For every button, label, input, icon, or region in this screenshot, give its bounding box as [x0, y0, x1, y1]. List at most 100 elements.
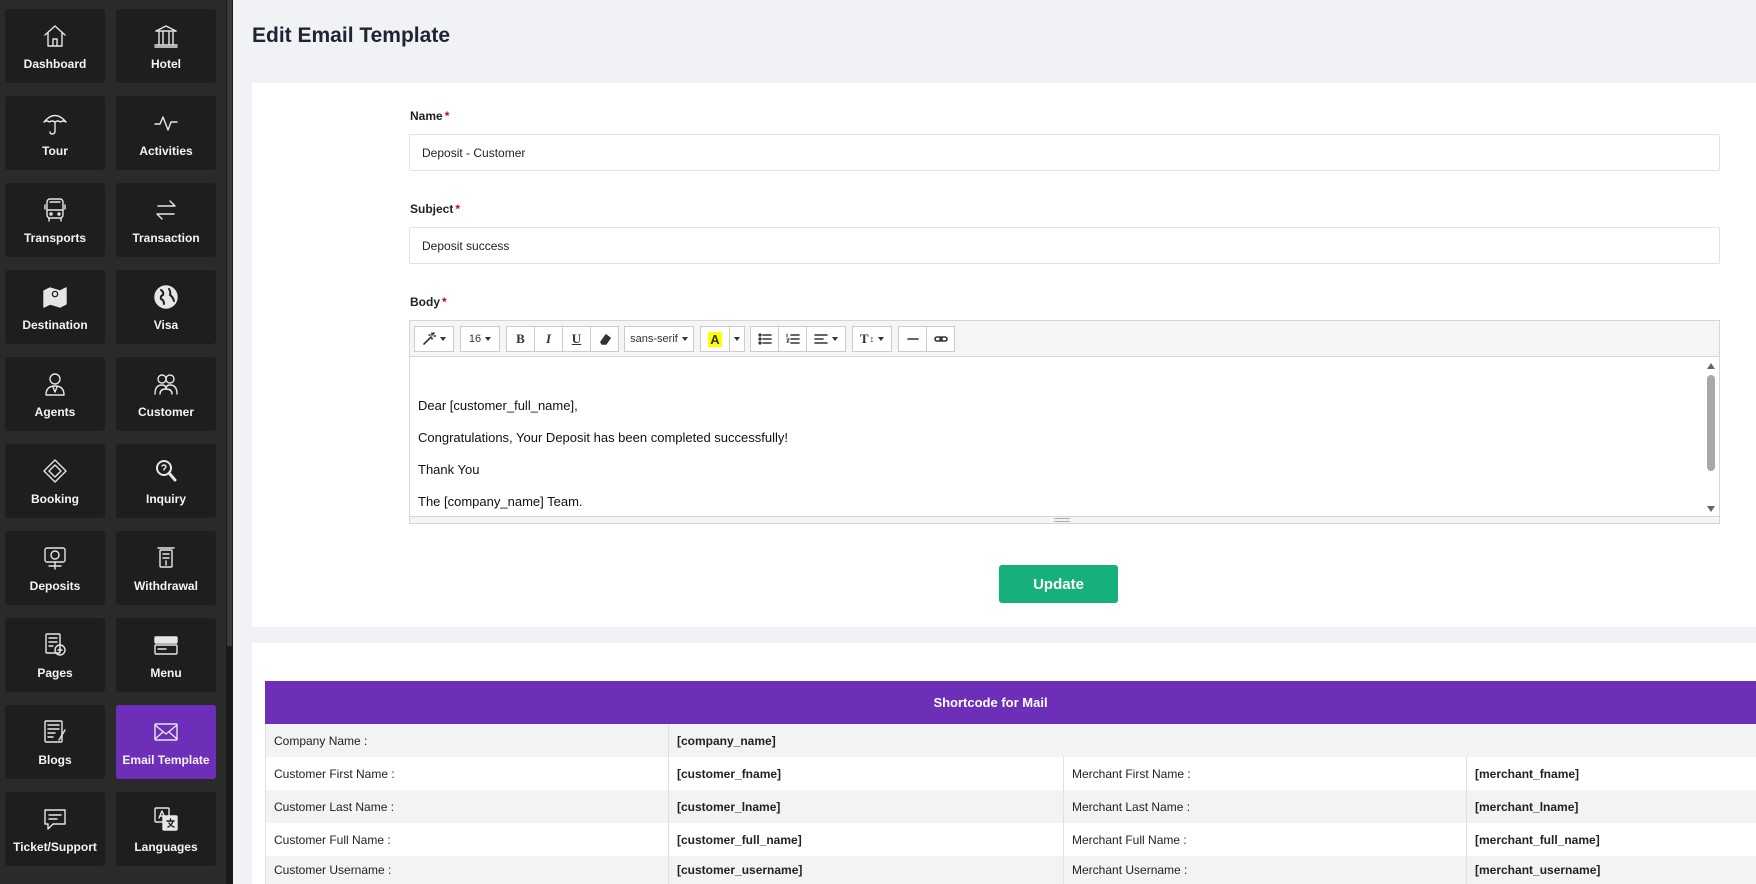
sidebar-item-hotel[interactable]: Hotel [116, 9, 216, 83]
shortcode-label: Customer Full Name : [266, 823, 669, 856]
line-height-dropdown[interactable]: T ↕ [852, 326, 892, 352]
sidebar-item-label: Customer [137, 405, 194, 419]
sidebar-item-tour[interactable]: Tour [5, 96, 105, 170]
sidebar-item-label: Transaction [132, 231, 200, 245]
scroll-up-arrow-icon[interactable] [1707, 363, 1715, 369]
sidebar-item-dashboard[interactable]: Dashboard [5, 9, 105, 83]
sidebar-item-visa[interactable]: Visa [116, 270, 216, 344]
sidebar-item-activities[interactable]: Activities [116, 96, 216, 170]
editor-scrollbar[interactable] [1704, 358, 1718, 518]
link-icon [933, 336, 948, 342]
table-row: Customer First Name : [customer_fname] M… [265, 757, 1756, 790]
font-size-dropdown[interactable]: 16 [460, 326, 500, 352]
table-row: Customer Full Name : [customer_full_name… [265, 823, 1756, 856]
horizontal-rule-button[interactable] [898, 326, 927, 352]
shortcode-label: Merchant Full Name : [1064, 823, 1467, 856]
sidebar-item-transports[interactable]: Transports [5, 183, 105, 257]
shortcode-label: Customer Last Name : [266, 790, 669, 823]
font-family-value: sans-serif [630, 333, 678, 345]
line-height-icon: T [859, 331, 869, 346]
page-title: Edit Email Template [252, 24, 450, 47]
users-icon [151, 369, 181, 399]
font-family-dropdown[interactable]: sans-serif [624, 326, 694, 352]
sidebar-item-inquiry[interactable]: Inquiry [116, 444, 216, 518]
sidebar-scrollbar-thumb[interactable] [227, 0, 232, 646]
shortcode-label: Merchant Username : [1064, 856, 1467, 884]
body-label: Body * [410, 295, 447, 309]
sidebar-item-booking[interactable]: Booking [5, 444, 105, 518]
required-mark: * [442, 295, 447, 309]
style-button[interactable] [414, 326, 454, 352]
sidebar-item-label: Withdrawal [134, 579, 198, 593]
sidebar-item-email-template[interactable]: Email Template [116, 705, 216, 779]
editor-scrollbar-thumb[interactable] [1707, 375, 1715, 471]
name-label-text: Name [410, 109, 443, 123]
sidebar-item-ticket-support[interactable]: Ticket/Support [5, 792, 105, 866]
sidebar-item-label: Deposits [29, 579, 81, 593]
numbered-list-button[interactable] [778, 326, 807, 352]
highlight-button[interactable]: A [700, 326, 730, 352]
atm-icon [151, 543, 181, 573]
scroll-down-arrow-icon[interactable] [1707, 506, 1715, 512]
sidebar-item-languages[interactable]: Languages [116, 792, 216, 866]
shortcode-value: [customer_full_name] [669, 823, 1064, 856]
sidebar-item-withdrawal[interactable]: Withdrawal [116, 531, 216, 605]
sidebar-item-customer[interactable]: Customer [116, 357, 216, 431]
editor-resize-handle[interactable] [410, 516, 1719, 523]
sidebar-item-label: Pages [37, 666, 73, 680]
shortcode-value: [merchant_lname] [1475, 799, 1579, 814]
shortcode-value: [merchant_username] [1475, 863, 1601, 877]
shortcode-label: Merchant First Name : [1064, 757, 1467, 790]
subject-label-text: Subject [410, 202, 454, 216]
sidebar-item-label: Visa [153, 318, 179, 332]
numbered-list-icon [785, 333, 800, 344]
highlight-dropdown[interactable] [729, 326, 745, 352]
sidebar-item-menu[interactable]: Menu [116, 618, 216, 692]
sidebar-item-label: Dashboard [23, 57, 87, 71]
shortcode-value: [customer_fname] [669, 757, 1064, 790]
sidebar-item-label: Booking [31, 492, 79, 506]
body-editor: 16 B I U sans-serif A T ↕ Dear [customer… [409, 320, 1720, 524]
bold-icon: B [516, 331, 525, 346]
sidebar-item-blogs[interactable]: Blogs [5, 705, 105, 779]
sidebar-item-label: Activities [139, 144, 193, 158]
sidebar-item-deposits[interactable]: Deposits [5, 531, 105, 605]
sidebar-item-destination[interactable]: Destination [5, 270, 105, 344]
sidebar-item-label: Transports [23, 231, 86, 245]
bullet-list-icon [757, 333, 772, 345]
underline-button[interactable]: U [562, 326, 591, 352]
required-mark: * [444, 109, 450, 123]
subject-label: Subject * [410, 202, 460, 216]
diamond-icon [40, 456, 70, 486]
translate-icon [151, 804, 181, 834]
align-dropdown[interactable] [806, 326, 846, 352]
shortcode-table-header: Shortcode for Mail [265, 681, 1756, 724]
magnifier-icon [151, 456, 181, 486]
shortcode-value: [merchant_full_name] [1475, 832, 1600, 847]
editor-toolbar: 16 B I U sans-serif A T ↕ [410, 321, 1719, 357]
horizontal-rule-icon [906, 338, 919, 340]
bullet-list-button[interactable] [750, 326, 779, 352]
sidebar-item-label: Menu [150, 666, 182, 680]
editor-content[interactable]: Dear [customer_full_name], Congratulatio… [410, 358, 1705, 518]
shortcode-value: [company_name] [677, 733, 776, 748]
sidebar-scrollbar[interactable] [226, 0, 233, 884]
clear-format-button[interactable] [590, 326, 619, 352]
sidebar-item-pages[interactable]: Pages [5, 618, 105, 692]
align-left-icon [814, 334, 828, 344]
pages-icon [40, 630, 70, 660]
sidebar-item-agents[interactable]: Agents [5, 357, 105, 431]
link-button[interactable] [926, 326, 955, 352]
font-size-value: 16 [468, 333, 482, 345]
highlight-icon: A [708, 331, 722, 347]
body-line: The [company_name] Team. [418, 494, 583, 509]
update-button[interactable]: Update [999, 565, 1118, 603]
italic-button[interactable]: I [534, 326, 563, 352]
body-label-text: Body [410, 295, 440, 309]
bold-button[interactable]: B [506, 326, 535, 352]
sidebar-item-transaction[interactable]: Transaction [116, 183, 216, 257]
required-mark: * [455, 202, 461, 216]
name-input[interactable] [409, 134, 1720, 171]
subject-input[interactable] [409, 227, 1720, 264]
umbrella-icon [40, 108, 70, 138]
